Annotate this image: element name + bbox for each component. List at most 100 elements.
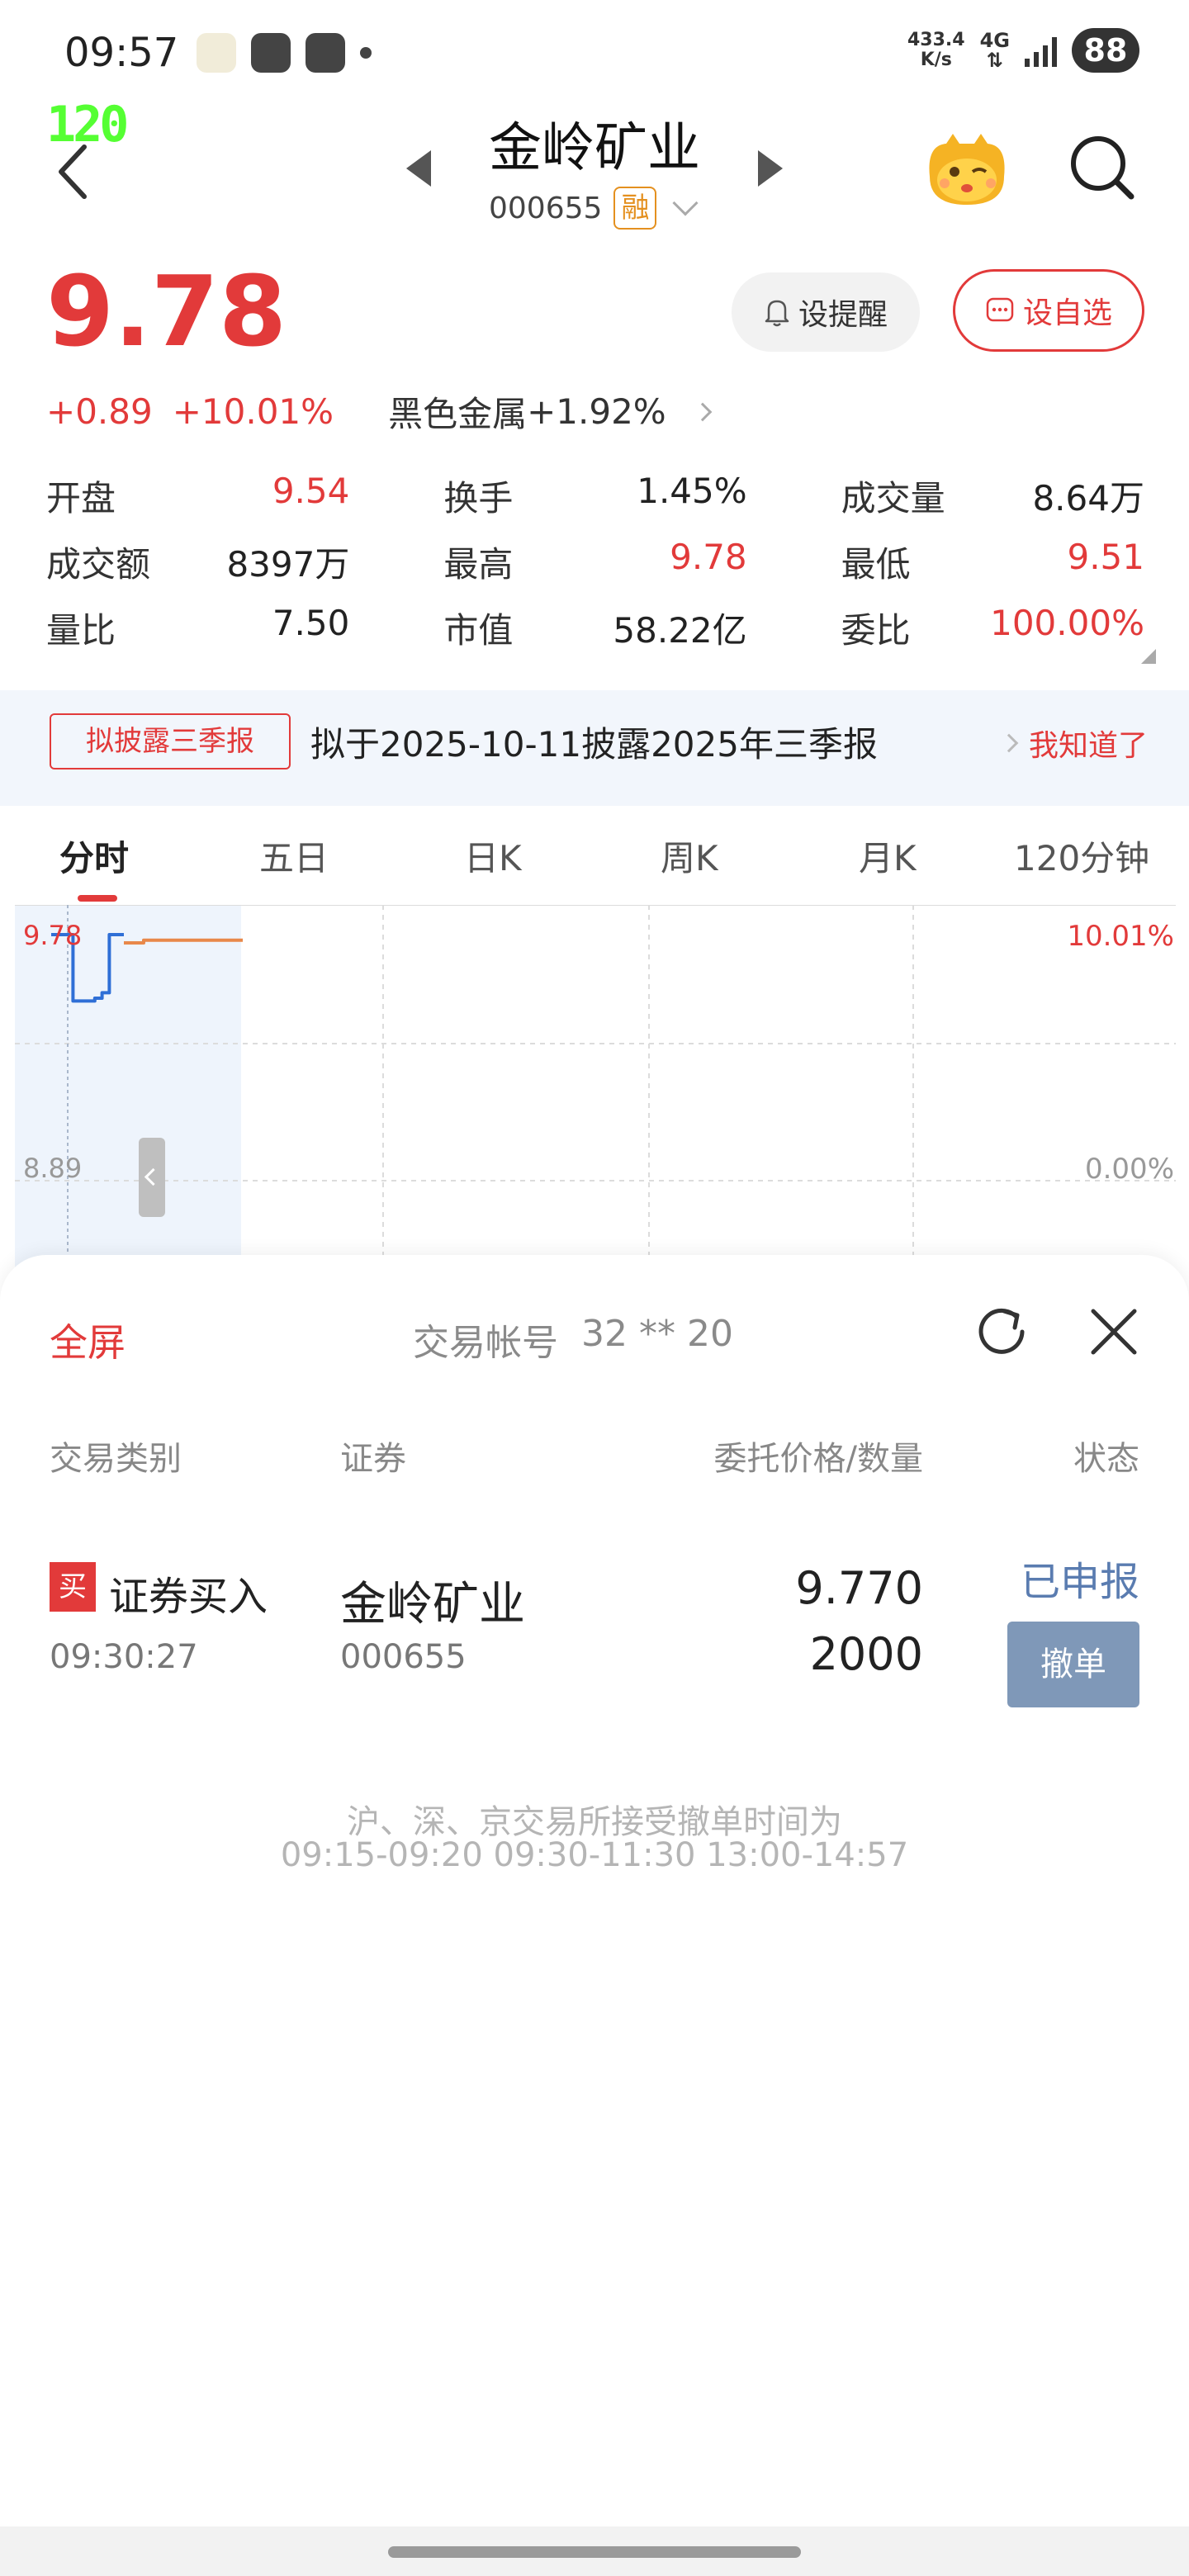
status-bar: 09:57 433.4 K/s 4G ⇅ 88 [0,0,1189,107]
back-icon[interactable] [50,139,99,205]
stat-bid-ratio: 委比 100.00% [841,603,1144,653]
set-alert-button[interactable]: 设提醒 [732,272,920,352]
set-alert-label: 设提醒 [798,298,888,332]
tab-five-day[interactable]: 五日 [259,831,329,881]
stat-market-cap: 市值 58.22亿 [443,603,746,653]
stat-label: 换手 [443,477,514,519]
tab-daily-k[interactable]: 日K [464,831,522,881]
order-time: 09:30:27 [50,1638,198,1676]
chat-dots-icon [986,297,1014,322]
order-quantity: 2000 [809,1628,923,1680]
expand-stats-icon[interactable] [1141,649,1156,664]
stat-label: 量比 [46,609,116,651]
next-stock-arrow-icon[interactable] [758,150,783,187]
current-price: 9.78 [46,254,287,368]
refresh-icon[interactable] [971,1301,1032,1362]
weather-icon [197,33,236,73]
stat-label: 开盘 [46,477,116,519]
price-base-label: 8.89 [23,1153,83,1184]
network-label: 4G [979,29,1010,52]
app-check-icon [306,33,345,73]
stat-label: 市值 [443,609,514,651]
prev-stock-arrow-icon[interactable] [406,150,431,187]
stat-high: 最高 9.78 [443,537,746,587]
battery-indicator: 88 [1072,28,1139,73]
stat-value: 7.50 [272,602,350,643]
notification-icons [197,33,372,73]
stats-row: 量比 7.50 市值 58.22亿 委比 100.00% [46,594,1144,661]
tab-intraday[interactable]: 分时 [59,831,129,881]
tab-monthly-k[interactable]: 月K [859,831,917,881]
stat-value: 58.22亿 [613,609,747,651]
trading-account: 交易帐号 32 ** 20 [413,1313,733,1366]
order-price: 9.770 [795,1562,923,1614]
stat-value: 100.00% [990,602,1144,643]
order-stock-code: 000655 [340,1638,467,1676]
stat-turnover: 换手 1.45% [443,471,746,521]
fullscreen-button[interactable]: 全屏 [50,1313,126,1367]
status-time: 09:57 [64,30,179,76]
stat-label: 成交额 [46,543,151,585]
wechat-icon [251,33,291,73]
intraday-chart[interactable]: 9.78 8.89 10.01% 0.00% [0,905,1189,1268]
industry-change-pct: +1.92% [527,391,666,432]
chart-svg [15,905,1176,1268]
data-arrows-icon: ⇅ [986,49,1003,72]
earnings-notice-banner: 拟披露三季报 拟于2025-10-11披露2025年三季报 我知道了 [0,690,1189,806]
stock-code-row[interactable]: 000655 融 [489,187,699,230]
mascot-icon[interactable] [921,129,1012,211]
add-watchlist-button[interactable]: 设自选 [953,269,1144,352]
home-indicator[interactable] [388,2546,801,2558]
stats-row: 开盘 9.54 换手 1.45% 成交量 8.64万 [46,462,1144,528]
buy-badge: 买 [50,1562,96,1612]
stat-value: 9.51 [1067,536,1144,577]
close-icon[interactable] [1085,1303,1143,1361]
network-type: 4G ⇅ [980,31,1010,70]
stat-value: 8.64万 [1032,477,1144,519]
collapse-handle-icon[interactable] [139,1138,165,1217]
net-speed: 433.4 K/s [907,31,965,70]
chevron-right-icon [999,733,1019,753]
notice-badge: 拟披露三季报 [50,713,291,769]
tab-weekly-k[interactable]: 周K [661,831,718,881]
header-price-qty: 委托价格/数量 [713,1440,923,1478]
chevron-right-icon[interactable] [693,402,713,421]
margin-badge: 融 [613,187,657,230]
order-sheet: 全屏 交易帐号 32 ** 20 交易类别 证券 委托价格/数量 状态 买 证券… [0,1255,1189,2576]
stat-open: 开盘 9.54 [46,471,349,521]
stat-value: 9.78 [670,536,747,577]
stats-row: 成交额 8397万 最高 9.78 最低 9.51 [46,528,1144,594]
quote-stats: 开盘 9.54 换手 1.45% 成交量 8.64万 成交额 8397万 最高 … [46,462,1144,661]
chevron-down-icon [672,190,699,216]
stat-value: 9.54 [272,470,350,511]
stock-nav-bar: 金岭矿业 000655 融 [0,99,1189,239]
order-status: 已申报 [1020,1559,1139,1605]
industry-name[interactable]: 黑色金属 [388,386,527,437]
pct-base-label: 0.00% [1084,1153,1174,1186]
chart-tabs: 分时 五日 日K 周K 月K 120分钟 [0,806,1189,905]
stat-amount: 成交额 8397万 [46,537,349,587]
tab-120min[interactable]: 120分钟 [1014,831,1149,881]
price-change: +0.89 [46,391,153,432]
more-notifications-icon [360,47,372,59]
stat-value: 1.45% [637,470,747,511]
header-security: 证券 [340,1440,406,1478]
status-right: 433.4 K/s 4G ⇅ 88 [907,28,1139,73]
chart-highlight [15,905,241,1268]
signal-icon [1025,34,1057,67]
cancel-time-ranges: 09:15-09:20 09:30-11:30 13:00-14:57 [280,1836,909,1874]
price-top-label: 9.78 [23,920,83,951]
active-tab-indicator [78,895,117,902]
bell-icon [765,300,789,327]
add-watchlist-label: 设自选 [1022,296,1112,330]
dismiss-notice-label: 我知道了 [1029,729,1149,763]
stat-label: 成交量 [841,477,945,519]
cancel-order-button[interactable]: 撤单 [1007,1622,1139,1707]
net-speed-value: 433.4 [907,30,965,50]
order-stock-name: 金岭矿业 [340,1578,525,1631]
dismiss-notice-button[interactable]: 我知道了 [999,722,1149,765]
price-change-pct: +10.01% [172,391,334,432]
account-label: 交易帐号 [413,1322,558,1364]
search-icon[interactable] [1065,130,1139,205]
stat-value: 8397万 [226,543,350,585]
